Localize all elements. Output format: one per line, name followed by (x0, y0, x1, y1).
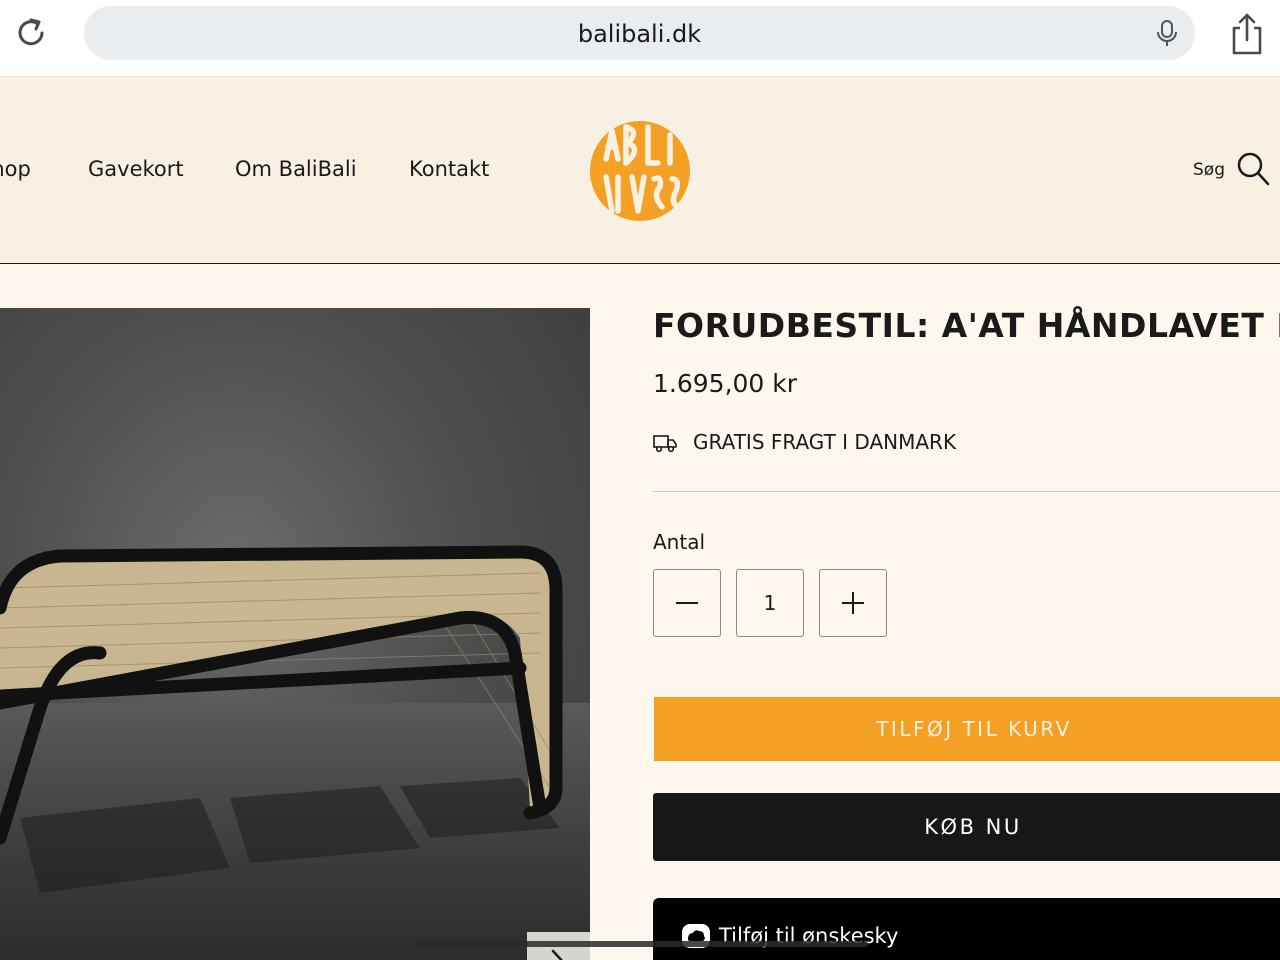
nav-gavekort[interactable]: Gavekort (88, 157, 184, 181)
nav-shop[interactable]: Shop (0, 157, 31, 181)
reload-icon[interactable] (12, 14, 50, 52)
product-title: FORUDBESTIL: A'AT HÅNDLAVET BÆNK (653, 306, 1280, 345)
shipping-text: GRATIS FRAGT I DANMARK (693, 430, 957, 454)
balibali-logo[interactable] (588, 119, 692, 223)
quantity-label: Antal (653, 530, 706, 554)
wishlist-button[interactable]: Tilføj til ønskesky (653, 898, 1280, 960)
quantity-decrease-button[interactable] (653, 569, 721, 637)
nav-om-balibali[interactable]: Om BaliBali (235, 157, 357, 181)
share-icon[interactable] (1226, 12, 1268, 56)
home-indicator[interactable] (414, 941, 868, 947)
quantity-input[interactable]: 1 (736, 569, 804, 637)
title-clip: FORUDBESTIL: A'AT HÅNDLAVET BÆNK (640, 300, 1280, 360)
chevron-right-icon (551, 949, 563, 960)
site-header: Shop Gavekort Om BaliBali Kontakt Søg (0, 77, 1280, 264)
search-label[interactable]: Søg (1193, 160, 1225, 180)
nav-kontakt[interactable]: Kontakt (409, 157, 489, 181)
browser-toolbar: balibali.dk (0, 0, 1280, 77)
plus-icon (842, 592, 864, 614)
truck-icon (653, 435, 677, 453)
minus-icon (676, 602, 698, 604)
product-price: 1.695,00 kr (653, 369, 798, 398)
divider (653, 491, 1280, 492)
buy-now-button[interactable]: KØB NU (653, 793, 1280, 861)
search-icon[interactable] (1236, 151, 1270, 187)
address-bar[interactable]: balibali.dk (84, 6, 1195, 60)
url-text: balibali.dk (577, 20, 702, 48)
add-to-cart-button[interactable]: TILFØJ TIL KURV (654, 697, 1280, 761)
bench-illustration (0, 545, 563, 893)
product-image[interactable] (0, 308, 590, 960)
microphone-icon[interactable] (1153, 19, 1181, 47)
quantity-increase-button[interactable] (819, 569, 887, 637)
